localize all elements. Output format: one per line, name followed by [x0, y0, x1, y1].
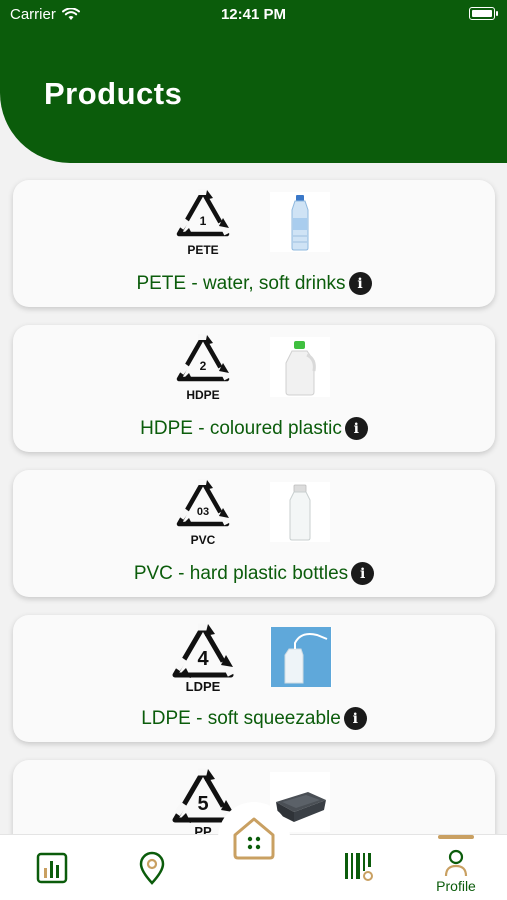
- product-card-hdpe[interactable]: 2 HDPE HDPE - coloured plastic i: [13, 325, 495, 452]
- products-screen: Products Carrier 12:41 PM 1 PETE PETE - …: [0, 0, 507, 900]
- recycle-code-2-icon: 2 HDPE: [171, 333, 235, 402]
- home-button[interactable]: [218, 802, 290, 874]
- product-photo-green-cap-jug: [270, 337, 330, 397]
- resin-abbr: PETE: [187, 243, 218, 257]
- product-label-row: PVC - hard plastic bottles i: [13, 562, 495, 585]
- resin-code: 5: [197, 793, 208, 815]
- recycle-code-3-icon: 03 PVC: [171, 478, 235, 547]
- active-tab-indicator: [438, 835, 474, 839]
- info-icon[interactable]: i: [348, 272, 372, 295]
- tab-scan[interactable]: [336, 835, 380, 900]
- resin-abbr: PVC: [191, 533, 216, 547]
- product-list: 1 PETE PETE - water, soft drinks i 2 HDP…: [13, 180, 495, 900]
- product-label-row: LDPE - soft squeezable i: [13, 707, 495, 730]
- product-card-pvc[interactable]: 03 PVC PVC - hard plastic bottles i: [13, 470, 495, 597]
- resin-code: 1: [200, 214, 207, 228]
- barcode-scan-icon: [345, 853, 373, 881]
- product-photo-squeeze-bottle: [270, 627, 332, 687]
- tab-profile-label: Profile: [436, 877, 476, 894]
- battery-icon: [469, 7, 498, 20]
- product-photo-water-bottle: [270, 192, 330, 252]
- recycle-code-4-icon: 4 LDPE: [171, 623, 235, 693]
- product-card-ldpe[interactable]: 4 LDPE LDPE - soft squeezable i: [13, 615, 495, 742]
- product-label: PETE - water, soft drinks: [136, 272, 346, 294]
- clock: 12:41 PM: [220, 6, 287, 23]
- map-pin-icon: [139, 851, 165, 885]
- product-label: LDPE - soft squeezable: [141, 707, 341, 729]
- tab-stats[interactable]: [30, 835, 74, 900]
- resin-code: 2: [200, 359, 207, 373]
- page-title: Products: [44, 76, 183, 111]
- info-icon[interactable]: i: [343, 707, 367, 730]
- resin-code: 03: [197, 506, 209, 518]
- product-card-pete[interactable]: 1 PETE PETE - water, soft drinks i: [13, 180, 495, 307]
- tab-map[interactable]: [130, 835, 174, 900]
- product-label: PVC - hard plastic bottles: [133, 562, 349, 584]
- recycle-code-1-icon: 1 PETE: [171, 188, 235, 257]
- stats-chart-icon: [36, 852, 68, 884]
- resin-abbr: HDPE: [186, 388, 219, 402]
- product-label-row: HDPE - coloured plastic i: [13, 417, 495, 440]
- resin-code: 4: [197, 648, 209, 670]
- product-photo-clear-bottle: [270, 482, 330, 542]
- info-icon[interactable]: i: [344, 417, 368, 440]
- tab-profile[interactable]: Profile: [428, 835, 484, 900]
- product-label: HDPE - coloured plastic: [140, 417, 342, 439]
- home-icon: [233, 817, 275, 860]
- status-bar: Carrier 12:41 PM: [0, 0, 507, 30]
- product-label-row: PETE - water, soft drinks i: [13, 272, 495, 295]
- info-icon[interactable]: i: [351, 562, 375, 585]
- resin-abbr: LDPE: [186, 679, 221, 693]
- profile-icon: [444, 849, 468, 876]
